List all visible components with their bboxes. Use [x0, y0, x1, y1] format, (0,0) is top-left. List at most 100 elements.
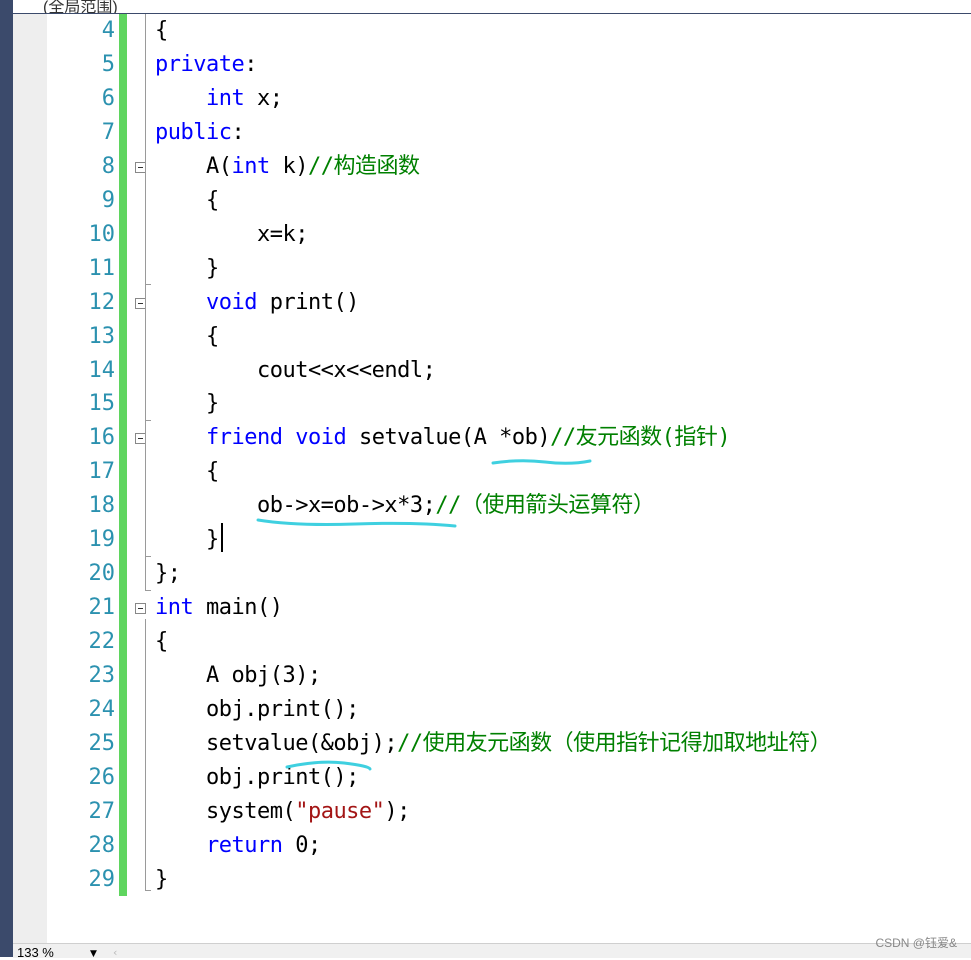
keyword-token: public — [155, 119, 232, 145]
code-token: : — [244, 51, 257, 77]
code-token: } — [155, 391, 219, 417]
collapse-toggle-icon[interactable] — [135, 603, 146, 615]
code-text[interactable]: { — [155, 320, 219, 354]
line-number: 9 — [101, 187, 115, 213]
line-number: 15 — [88, 391, 116, 417]
code-text[interactable]: private: — [155, 48, 257, 82]
code-token: x; — [244, 85, 283, 111]
fold-guide-end — [145, 890, 151, 891]
line-number: 17 — [88, 459, 116, 485]
comment-token: //使用友元函数（使用指针记得加取地址符） — [397, 730, 832, 756]
code-text[interactable]: { — [155, 184, 219, 218]
code-token: setvalue(A *ob) — [346, 425, 551, 451]
line-number: 18 — [88, 493, 116, 519]
code-text[interactable]: cout<<x<<endl; — [155, 354, 436, 388]
line-number: 26 — [88, 764, 116, 790]
watermark: CSDN @钰爱& — [875, 936, 957, 950]
line-number: 21 — [88, 595, 116, 621]
fold-guide — [145, 14, 146, 591]
code-text[interactable]: public: — [155, 116, 245, 150]
fold-guide — [145, 619, 146, 891]
keyword-token: int — [155, 595, 194, 621]
code-token: obj.print(); — [155, 697, 359, 722]
annotation-underline — [256, 518, 457, 528]
code-text[interactable]: }; — [155, 557, 181, 591]
line-number: 24 — [88, 697, 116, 722]
code-token: ); — [384, 798, 410, 824]
line-number: 11 — [88, 255, 116, 281]
code-text[interactable]: A(int k)//构造函数 — [155, 150, 420, 184]
keyword-token: void — [205, 289, 257, 315]
code-token: A( — [155, 153, 232, 179]
line-number: 6 — [101, 85, 115, 111]
line-number: 23 — [88, 663, 116, 689]
triangle-down-icon[interactable]: ▼ — [90, 949, 97, 959]
code-token: { — [155, 323, 219, 349]
code-text[interactable]: { — [155, 625, 168, 659]
code-token: system( — [155, 798, 296, 824]
chevron-left-icon[interactable]: ‹ — [113, 946, 117, 959]
code-token: : — [231, 119, 245, 145]
code-text[interactable]: int x; — [155, 82, 283, 116]
code-token: A obj(3); — [155, 663, 321, 689]
string-token: "pause" — [295, 798, 385, 824]
line-number: 8 — [101, 153, 115, 179]
code-text[interactable]: int main() — [155, 591, 283, 625]
keyword-token: friend — [205, 425, 283, 451]
line-number: 27 — [88, 798, 116, 824]
code-token: } — [155, 255, 219, 281]
code-token: x=k; — [155, 221, 308, 247]
line-number: 13 — [88, 323, 116, 349]
code-text[interactable]: { — [155, 14, 168, 48]
code-token: cout<<x<<endl; — [155, 357, 436, 383]
code-token: setvalue(&obj); — [155, 730, 398, 756]
keyword-token: void — [295, 425, 347, 451]
scope-dropdown-strip[interactable]: (全局范围) — [13, 0, 971, 14]
line-number: 7 — [101, 119, 115, 145]
comment-token: //友元函数(指针) — [550, 425, 731, 451]
zoom-level[interactable]: 133 % — [17, 945, 54, 960]
keyword-token: int — [205, 85, 245, 111]
code-text[interactable]: } — [155, 252, 219, 286]
line-number: 25 — [88, 730, 116, 756]
line-number: 10 — [88, 221, 116, 247]
code-text[interactable]: A obj(3); — [155, 659, 321, 693]
code-token: { — [155, 629, 168, 655]
code-text[interactable]: void print() — [155, 286, 359, 320]
code-text[interactable]: { — [155, 455, 219, 489]
line-number: 20 — [88, 561, 116, 587]
code-text[interactable]: system("pause"); — [155, 795, 410, 829]
editor-status-bar — [13, 943, 971, 958]
code-text[interactable]: setvalue(&obj);//使用友元函数（使用指针记得加取地址符） — [155, 727, 832, 761]
code-text[interactable]: obj.print(); — [155, 693, 359, 727]
text-caret — [221, 523, 223, 552]
code-text[interactable]: } — [155, 387, 219, 421]
keyword-token: return — [205, 832, 283, 858]
scope-dropdown-label: (全局范围) — [43, 0, 118, 14]
comment-token: //（使用箭头运算符） — [435, 493, 655, 519]
line-number: 4 — [101, 18, 115, 43]
code-token: print() — [256, 289, 360, 315]
code-token: { — [155, 459, 219, 485]
annotation-underline — [285, 760, 372, 771]
code-token: k) — [269, 153, 308, 179]
code-text[interactable]: friend void setvalue(A *ob)//友元函数(指针) — [155, 421, 731, 455]
comment-token: //构造函数 — [307, 153, 420, 179]
code-text[interactable]: } — [155, 523, 219, 557]
line-number: 16 — [88, 425, 116, 451]
line-number: 5 — [101, 51, 115, 77]
code-text[interactable]: return 0; — [155, 829, 321, 863]
keyword-token: int — [231, 153, 270, 179]
code-text[interactable]: } — [155, 863, 168, 897]
annotation-underline — [491, 459, 592, 465]
code-token: 0; — [282, 832, 321, 858]
code-text[interactable]: x=k; — [155, 218, 308, 252]
code-token: }; — [155, 561, 181, 587]
line-number: 22 — [88, 629, 116, 655]
code-token: { — [155, 187, 219, 213]
